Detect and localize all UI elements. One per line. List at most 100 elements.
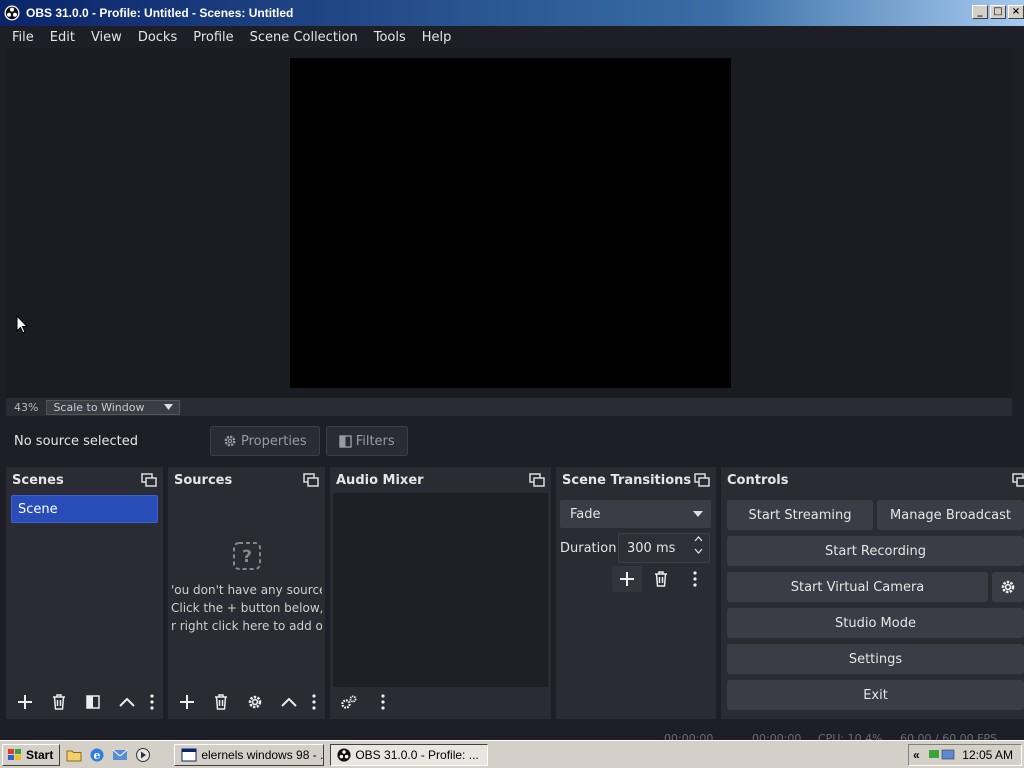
source-properties-button[interactable]	[240, 689, 270, 715]
plus-icon	[18, 695, 32, 709]
taskbar-item-obs[interactable]: OBS 31.0.0 - Profile: ...	[330, 743, 489, 766]
controls-dock: Controls Start Streaming Manage Broadcas…	[721, 467, 1024, 719]
move-source-up-button[interactable]	[274, 689, 304, 715]
menu-scene-collection[interactable]: Scene Collection	[242, 30, 366, 45]
more-vertical-icon	[150, 694, 154, 710]
more-vertical-icon	[693, 571, 697, 587]
sources-list[interactable]: ? 'ou don't have any source Click the + …	[171, 493, 322, 685]
start-virtual-camera-button[interactable]: Start Virtual Camera	[727, 572, 988, 602]
gears-icon	[341, 695, 357, 709]
preview-zoom-bar: 43% Scale to Window	[6, 398, 1012, 416]
close-button[interactable]: ×	[1008, 5, 1024, 19]
obs-window: OBS 31.0.0 - Profile: Untitled - Scenes:…	[0, 0, 1024, 768]
transition-toolbar	[612, 566, 714, 592]
scenes-list[interactable]: Scene	[9, 493, 160, 685]
undock-icon[interactable]	[141, 473, 157, 487]
scenes-more-button[interactable]	[146, 689, 158, 715]
undock-icon[interactable]	[303, 473, 319, 487]
remove-transition-button[interactable]	[646, 566, 676, 592]
studio-mode-button[interactable]: Studio Mode	[727, 608, 1024, 638]
menu-edit[interactable]: Edit	[42, 30, 83, 45]
filters-button[interactable]: Filters	[325, 426, 408, 456]
maximize-button[interactable]: □	[990, 5, 1006, 19]
filter-icon	[86, 695, 100, 709]
tray-expand-icon[interactable]: «	[913, 748, 920, 762]
folder-icon[interactable]	[65, 746, 83, 764]
outlook-express-icon[interactable]	[111, 746, 129, 764]
chevron-up-icon[interactable]	[694, 536, 703, 542]
audio-mixer-more-button[interactable]	[368, 689, 398, 715]
mouse-cursor-icon	[16, 315, 28, 334]
start-recording-button[interactable]: Start Recording	[727, 536, 1024, 566]
chevron-down-icon	[693, 511, 703, 517]
system-tray: « 12:05 AM	[908, 744, 1022, 766]
trash-icon	[215, 694, 227, 710]
title-bar[interactable]: OBS 31.0.0 - Profile: Untitled - Scenes:…	[0, 0, 1024, 26]
plus-icon	[620, 572, 634, 586]
scene-transitions-dock-header[interactable]: Scene Transitions	[556, 467, 716, 493]
media-player-icon[interactable]	[134, 746, 152, 764]
audio-mixer-dock-header[interactable]: Audio Mixer	[330, 467, 551, 493]
scene-item[interactable]: Scene	[11, 495, 158, 523]
scene-filters-button[interactable]	[78, 689, 108, 715]
undock-icon[interactable]	[1012, 473, 1024, 487]
start-button[interactable]: Start	[2, 743, 61, 766]
preview-canvas[interactable]	[290, 58, 731, 388]
menu-help[interactable]: Help	[414, 30, 460, 45]
scene-transitions-dock: Scene Transitions Fade Duration 300 ms	[556, 467, 716, 719]
exit-label: Exit	[863, 687, 888, 703]
chevron-down-icon[interactable]	[694, 548, 703, 554]
sources-more-button[interactable]	[308, 689, 320, 715]
menu-profile[interactable]: Profile	[185, 30, 241, 45]
trash-icon	[53, 694, 65, 710]
scenes-dock-header[interactable]: Scenes	[6, 467, 163, 493]
advanced-audio-properties-button[interactable]	[334, 689, 364, 715]
chevron-up-icon	[281, 697, 297, 707]
audio-mixer-area[interactable]	[333, 493, 548, 687]
menu-tools[interactable]: Tools	[366, 30, 414, 45]
minimize-button[interactable]: _	[972, 5, 988, 19]
undock-icon[interactable]	[694, 473, 710, 487]
scale-mode-select[interactable]: Scale to Window	[46, 399, 181, 415]
manage-broadcast-button[interactable]: Manage Broadcast	[877, 500, 1024, 530]
audio-mixer-dock: Audio Mixer	[330, 467, 551, 719]
remove-source-button[interactable]	[206, 689, 236, 715]
duration-spinbox[interactable]: 300 ms	[618, 533, 710, 563]
start-label: Start	[26, 747, 54, 762]
taskbar-item-win98[interactable]: elernels windows 98 - ...	[174, 743, 325, 766]
preview-area[interactable]	[6, 48, 1012, 398]
sources-dock-header[interactable]: Sources	[168, 467, 325, 493]
start-streaming-button[interactable]: Start Streaming	[727, 500, 873, 530]
svg-text:?: ?	[242, 547, 252, 567]
undock-icon[interactable]	[529, 473, 545, 487]
tray-network-icon[interactable]	[928, 747, 956, 763]
transition-more-button[interactable]	[680, 566, 710, 592]
move-scene-up-button[interactable]	[112, 689, 142, 715]
add-scene-button[interactable]	[10, 689, 40, 715]
controls-dock-header[interactable]: Controls	[721, 467, 1024, 493]
gear-icon	[224, 435, 236, 447]
internet-explorer-icon[interactable]: e	[88, 746, 106, 764]
taskbar: Start e elernels windows 98 - ... OBS 31…	[0, 740, 1024, 768]
add-source-button[interactable]	[172, 689, 202, 715]
trash-icon	[655, 571, 667, 587]
sources-toolbar	[168, 685, 325, 719]
transition-select[interactable]: Fade	[560, 500, 711, 528]
obs-logo-icon	[337, 747, 351, 762]
transition-select-value: Fade	[570, 506, 601, 522]
menu-docks[interactable]: Docks	[130, 30, 185, 45]
menu-view[interactable]: View	[83, 30, 130, 45]
virtual-camera-config-button[interactable]	[992, 572, 1024, 602]
settings-button[interactable]: Settings	[727, 644, 1024, 674]
taskbar-item-label: OBS 31.0.0 - Profile: ...	[355, 747, 479, 762]
duration-stepper[interactable]	[694, 536, 703, 554]
more-vertical-icon	[381, 694, 385, 710]
menu-file[interactable]: File	[4, 30, 42, 45]
exit-button[interactable]: Exit	[727, 680, 1024, 710]
properties-button[interactable]: Properties	[210, 426, 320, 456]
add-transition-button[interactable]	[612, 566, 642, 592]
question-icon: ?	[232, 542, 261, 570]
empty-sources-message: ? 'ou don't have any source Click the + …	[171, 541, 322, 635]
remove-scene-button[interactable]	[44, 689, 74, 715]
chevron-up-icon	[119, 697, 135, 707]
